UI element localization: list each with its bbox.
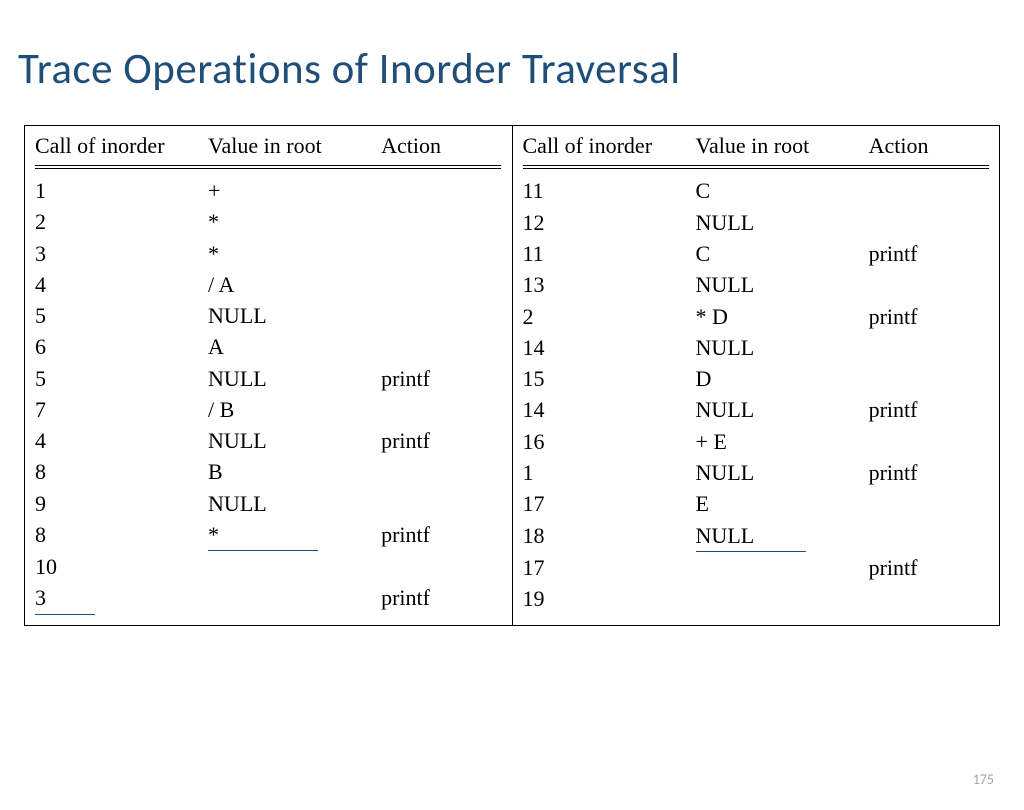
cell-call: 11 [523,238,696,269]
trace-table-right: Call of inorder Value in root Action 11C… [513,126,1000,625]
cell-call: 2 [35,206,208,237]
cell-value: NULL [696,269,869,300]
cell-value: * D [696,301,869,332]
cell-call: 14 [523,332,696,363]
cell-call: 8 [35,519,208,551]
cell-action [869,363,989,394]
col-header-value: Value in root [208,130,381,165]
cell-action [381,300,501,331]
cell-value: C [696,238,869,269]
cell-action [869,332,989,363]
cell-action: printf [869,238,989,269]
cell-action [381,456,501,487]
trace-tables: Call of inorder Value in root Action 1+2… [24,125,1000,626]
cell-action [381,238,501,269]
cell-action [869,583,989,614]
cell-call: 10 [35,551,208,582]
cell-call: 4 [35,269,208,300]
cell-value: + E [696,426,869,457]
cell-action: printf [381,425,501,456]
cell-call: 19 [523,583,696,614]
cell-value: D [696,363,869,394]
slide-title: Trace Operations of Inorder Traversal [18,42,1024,95]
cell-value: * [208,519,381,551]
cell-value [208,551,381,582]
cell-action [869,520,989,552]
cell-action [381,175,501,206]
cell-call: 4 [35,425,208,456]
cell-call: 1 [523,457,696,488]
cell-action [381,488,501,519]
cell-action [381,206,501,237]
cell-value: NULL [208,425,381,456]
cell-call: 14 [523,394,696,425]
cell-value: / A [208,269,381,300]
cell-value: NULL [696,394,869,425]
cell-value [208,582,381,614]
cell-value: NULL [696,520,869,552]
cell-call: 5 [35,363,208,394]
page-number: 175 [973,771,994,788]
cell-call: 8 [35,456,208,487]
cell-call: 6 [35,331,208,362]
cell-call: 12 [523,207,696,238]
cell-value [696,583,869,614]
cell-action [381,394,501,425]
cell-action: printf [869,394,989,425]
cell-action: printf [381,363,501,394]
cell-call: 3 [35,238,208,269]
cell-value: NULL [208,363,381,394]
cell-call: 18 [523,520,696,552]
cell-value: C [696,175,869,206]
cell-call: 2 [523,301,696,332]
cell-action [869,175,989,206]
cell-value: NULL [208,300,381,331]
cell-value: + [208,175,381,206]
cell-value: NULL [208,488,381,519]
cell-action [381,551,501,582]
cell-action [381,269,501,300]
cell-call: 3 [35,582,208,614]
col-header-action: Action [381,130,501,165]
col-header-call: Call of inorder [523,130,696,165]
cell-action [869,426,989,457]
cell-action: printf [381,582,501,614]
cell-action: printf [869,552,989,583]
cell-call: 7 [35,394,208,425]
cell-value: NULL [696,332,869,363]
cell-value: NULL [696,207,869,238]
cell-call: 17 [523,488,696,519]
cell-value: B [208,456,381,487]
col-header-value: Value in root [696,130,869,165]
cell-action [869,488,989,519]
cell-value: NULL [696,457,869,488]
cell-value: * [208,206,381,237]
cell-value: * [208,238,381,269]
col-header-action: Action [869,130,989,165]
cell-call: 15 [523,363,696,394]
header-divider [523,165,989,169]
cell-call: 13 [523,269,696,300]
cell-action [869,207,989,238]
cell-value: E [696,488,869,519]
cell-call: 11 [523,175,696,206]
cell-call: 5 [35,300,208,331]
cell-value [696,552,869,583]
cell-action [381,331,501,362]
trace-table-left: Call of inorder Value in root Action 1+2… [25,126,513,625]
cell-action: printf [869,457,989,488]
cell-call: 9 [35,488,208,519]
header-divider [35,165,501,169]
cell-action [869,269,989,300]
cell-value: A [208,331,381,362]
cell-value: / B [208,394,381,425]
cell-action: printf [869,301,989,332]
cell-call: 17 [523,552,696,583]
cell-action: printf [381,519,501,551]
col-header-call: Call of inorder [35,130,208,165]
cell-call: 1 [35,175,208,206]
cell-call: 16 [523,426,696,457]
